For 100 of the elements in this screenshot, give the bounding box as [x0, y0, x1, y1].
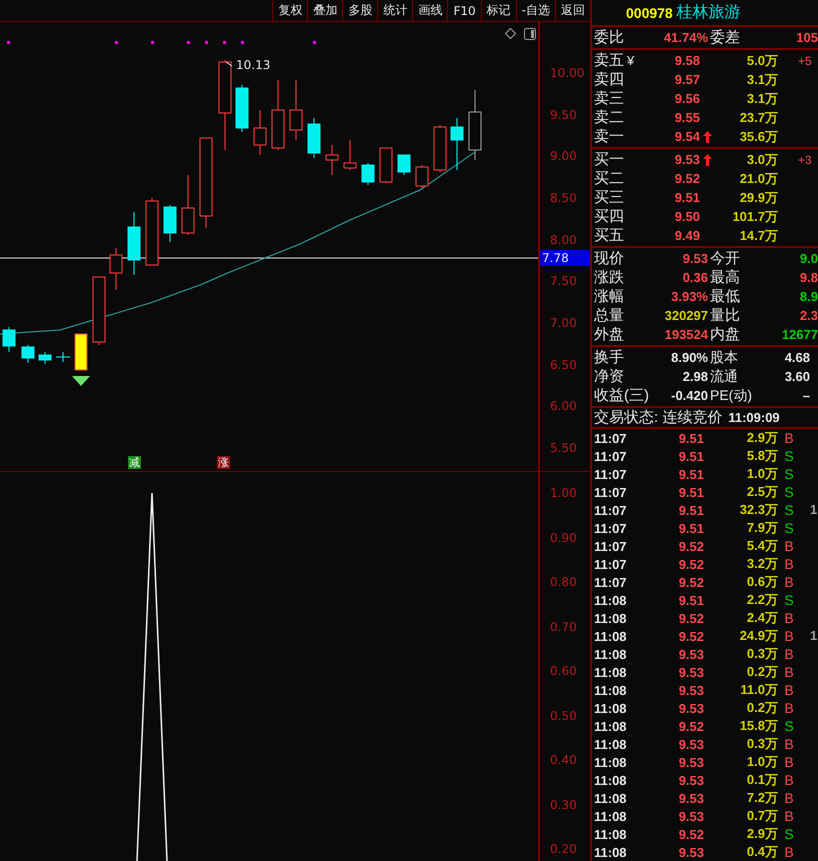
- trade-volume: 2.9万: [746, 429, 778, 447]
- stat-label: 今开: [709, 249, 741, 268]
- candle: [290, 80, 302, 140]
- candle: [164, 204, 176, 242]
- trade-price: 9.51: [678, 430, 704, 446]
- trade-price: 9.52: [678, 628, 704, 644]
- candle: [74, 334, 88, 370]
- trade-price: 9.53: [678, 700, 704, 716]
- candle: [434, 124, 446, 172]
- order-volume: 29.9万: [738, 188, 778, 206]
- order-level-label: 卖四: [593, 70, 625, 89]
- trade-volume: 11.0万: [739, 681, 778, 699]
- trade-time: 11:07: [593, 574, 628, 590]
- trade-side: B: [783, 844, 795, 860]
- stat-value: 3.60: [784, 369, 811, 384]
- order-volume: 5.0万: [746, 52, 778, 70]
- order-price: 9.53: [674, 152, 700, 167]
- trade-volume: 32.3万: [738, 501, 778, 519]
- indicator-axis-label: 0.40: [550, 753, 577, 767]
- trade-volume: 2.5万: [746, 483, 778, 501]
- trade-side: B: [783, 754, 795, 770]
- trade-side: B: [783, 628, 795, 644]
- stat-label: 股本: [709, 348, 739, 366]
- panel-toggle-icon[interactable]: [524, 28, 536, 40]
- order-price: 9.51: [674, 190, 700, 205]
- stat-label: 涨幅: [593, 287, 625, 306]
- stat-label: 总量: [593, 306, 625, 325]
- trade-volume: 0.3万: [746, 645, 778, 663]
- candle: [182, 174, 194, 236]
- diamond-icon[interactable]: [505, 28, 516, 39]
- stat-label: 内盘: [709, 325, 741, 344]
- trade-volume: 2.2万: [746, 591, 778, 609]
- stat-value: 9.53: [682, 251, 708, 266]
- trade-count: 1: [809, 502, 818, 517]
- order-volume: 3.0万: [746, 150, 778, 168]
- price-axis-label: 9.50: [550, 108, 577, 122]
- trade-time: 11:08: [593, 664, 628, 680]
- trade-price: 9.52: [678, 574, 704, 590]
- trading-status: 交易状态: 连续竞价: [593, 408, 722, 427]
- stat-value: 105: [795, 30, 818, 45]
- trade-side: B: [783, 556, 795, 572]
- trade-side: B: [783, 538, 795, 554]
- candle: [56, 352, 70, 362]
- trade-time: 11:08: [593, 718, 628, 734]
- trade-volume: 0.2万: [746, 699, 778, 717]
- last-price-label: 7.78: [540, 250, 590, 266]
- trade-price: 9.52: [678, 538, 704, 554]
- stock-code: 000978: [626, 4, 673, 20]
- trade-price: 9.53: [678, 682, 704, 698]
- trade-time: 11:07: [593, 538, 628, 554]
- order-price: 9.52: [674, 171, 700, 186]
- stat-label: 委比: [593, 28, 625, 47]
- trade-price: 9.52: [678, 718, 704, 734]
- trade-side: B: [783, 682, 795, 698]
- trade-price: 9.53: [678, 664, 704, 680]
- stat-value: 41.74%: [662, 30, 708, 45]
- stat-label: 流通: [709, 368, 739, 386]
- trade-time: 11:08: [593, 772, 628, 788]
- trade-side: B: [783, 664, 795, 680]
- trade-volume: 2.9万: [746, 825, 778, 843]
- price-axis-label: 5.50: [550, 441, 577, 456]
- trade-price: 9.51: [678, 592, 704, 608]
- stat-label: 外盘: [593, 325, 625, 344]
- price-axis-label: 8.00: [550, 232, 577, 247]
- candle: [468, 90, 482, 160]
- trade-side: B: [783, 736, 795, 752]
- stat-value: 9.0: [798, 251, 818, 266]
- candle: [380, 148, 392, 184]
- stat-value: 2.98: [682, 369, 708, 384]
- leader-line: [226, 62, 232, 66]
- trade-time: 11:08: [593, 610, 628, 626]
- trade-price: 9.51: [678, 502, 704, 518]
- trade-volume: 1.0万: [746, 753, 778, 771]
- candle: [254, 110, 266, 156]
- trade-time: 11:08: [593, 808, 628, 824]
- signal-tag: 涨: [217, 456, 230, 469]
- order-change: +5: [798, 54, 812, 68]
- indicator-axis-label: 0.90: [550, 530, 577, 544]
- trade-side: S: [783, 502, 795, 518]
- trade-price: 9.53: [678, 754, 704, 770]
- stat-label: 收益(三): [593, 386, 648, 405]
- order-level-label: 卖二: [593, 108, 625, 127]
- price-axis-label: 8.50: [550, 191, 577, 205]
- order-volume: 23.7万: [738, 108, 778, 126]
- trade-volume: 0.3万: [746, 735, 778, 753]
- order-level-label: 买一: [593, 150, 625, 169]
- trade-side: S: [783, 484, 795, 500]
- order-volume: 21.0万: [738, 170, 778, 188]
- trade-time: 11:07: [593, 448, 628, 464]
- order-price: 9.57: [674, 72, 700, 87]
- trade-side: S: [783, 520, 795, 536]
- order-level-label: 买三: [593, 188, 625, 207]
- trade-volume: 2.4万: [746, 609, 778, 627]
- stat-label: 量比: [709, 306, 741, 325]
- trade-volume: 5.8万: [746, 447, 778, 465]
- order-price: 9.55: [674, 110, 700, 125]
- price-axis-label: 10.00: [550, 66, 584, 80]
- stat-value: 9.8: [798, 270, 818, 285]
- candle: [272, 80, 284, 150]
- order-volume: 3.1万: [746, 70, 778, 88]
